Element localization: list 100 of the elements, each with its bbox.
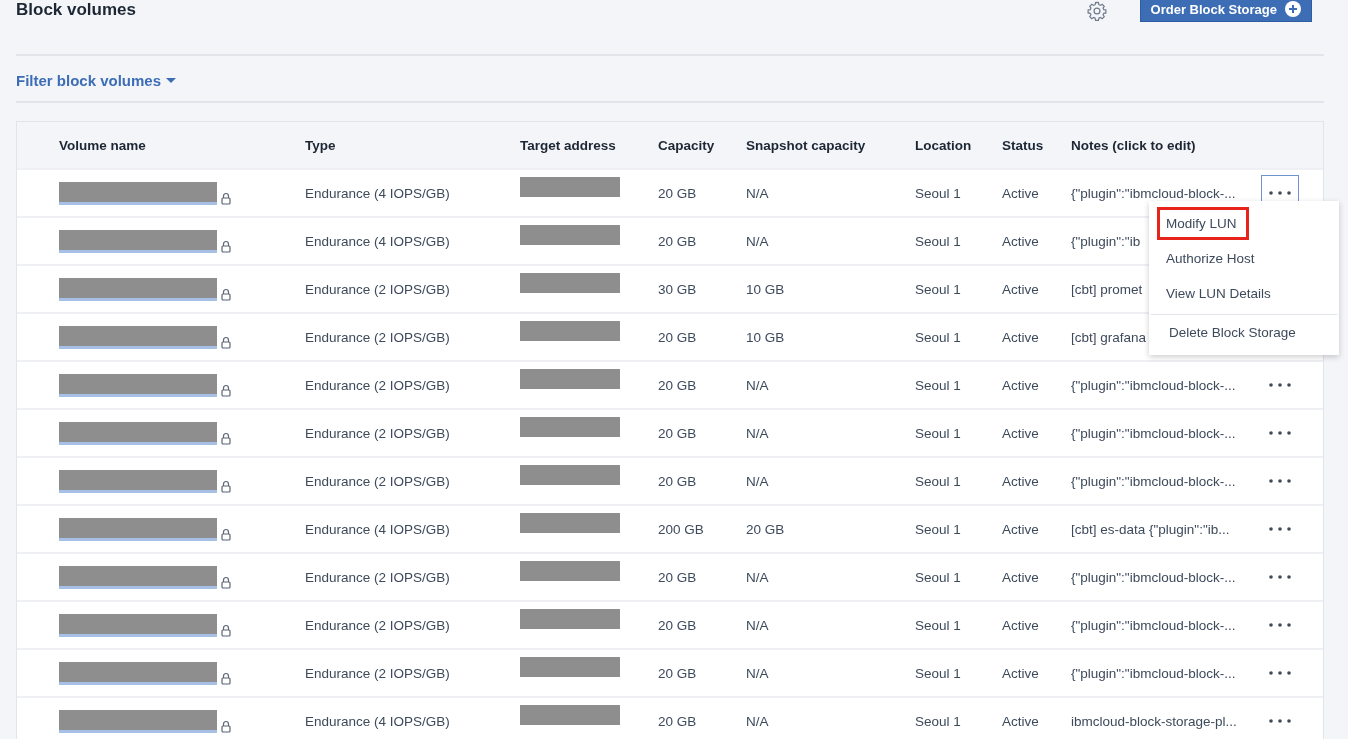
table-cell[interactable]: [cbt] es-data {"plugin":"ib... — [1071, 521, 1261, 537]
table-cell[interactable]: {"plugin":"ibmcloud-block-... — [1071, 425, 1261, 441]
table-cell-text: Endurance (2 IOPS/GB) — [305, 425, 451, 441]
table-cell-text: Active — [1002, 281, 1040, 297]
lock-icon — [221, 623, 231, 637]
table-cell-text: N/A — [746, 185, 770, 201]
page-title: Block volumes — [16, 0, 136, 20]
table-cell-text: 20 GB — [658, 185, 698, 201]
column-header[interactable]: Capacity — [658, 137, 746, 153]
table-cell-text: Endurance (2 IOPS/GB) — [305, 665, 451, 681]
lock-icon — [221, 575, 231, 589]
table-cell-text: Active — [1002, 617, 1040, 633]
order-block-storage-button[interactable]: Order Block Storage — [1139, 0, 1312, 22]
table-cell-text: Active — [1002, 329, 1040, 345]
column-header[interactable]: Location — [915, 137, 1002, 153]
column-header[interactable]: Notes (click to edit) — [1071, 137, 1261, 153]
table-cell-text: 200 GB — [658, 521, 705, 537]
lock-icon — [221, 479, 231, 493]
column-header[interactable]: Status — [1002, 137, 1071, 153]
lock-icon — [221, 671, 231, 685]
table-cell-text: Active — [1002, 233, 1040, 249]
table-cell[interactable]: {"plugin":"ibmcloud-block-... — [1071, 569, 1261, 585]
overflow-icon — [1269, 719, 1291, 723]
table-cell-text: Seoul 1 — [915, 233, 962, 249]
overflow-icon — [1269, 623, 1291, 627]
table-cell-text: Endurance (4 IOPS/GB) — [305, 233, 451, 249]
table-cell-text: Endurance (2 IOPS/GB) — [305, 569, 451, 585]
table-cell-text: Endurance (4 IOPS/GB) — [305, 713, 451, 729]
overflow-icon — [1269, 431, 1291, 435]
table-cell[interactable]: {"plugin":"ibmcloud-block-... — [1071, 665, 1261, 681]
overflow-icon — [1269, 479, 1291, 483]
table-cell-text: Endurance (2 IOPS/GB) — [305, 473, 451, 489]
table-cell-text: Active — [1002, 569, 1040, 585]
table-cell-text: 20 GB — [658, 233, 698, 249]
table-cell[interactable]: {"plugin":"ibmcloud-block-... — [1071, 377, 1261, 393]
table-cell-text: 20 GB — [658, 377, 698, 393]
column-header[interactable]: Target address — [520, 137, 658, 153]
menu-item[interactable]: Modify LUN — [1157, 207, 1249, 240]
table-cell-text: N/A — [746, 233, 770, 249]
table-cell-text: N/A — [746, 617, 770, 633]
table-cell-text: Endurance (2 IOPS/GB) — [305, 617, 451, 633]
table-cell-text: 20 GB — [658, 329, 698, 345]
table-cell-text: Seoul 1 — [915, 185, 962, 201]
table-cell-text: Endurance (4 IOPS/GB) — [305, 185, 451, 201]
table-cell-text: Seoul 1 — [915, 329, 962, 345]
table-cell-text: Seoul 1 — [915, 521, 962, 537]
lock-icon — [221, 191, 231, 205]
table-cell-text: Active — [1002, 185, 1040, 201]
lock-icon — [221, 527, 231, 541]
table-cell-text: Endurance (2 IOPS/GB) — [305, 281, 451, 297]
table-cell-text: 10 GB — [746, 329, 786, 345]
filter-dropdown[interactable]: Filter block volumes — [16, 72, 177, 89]
table-cell-text: Active — [1002, 521, 1040, 537]
table-cell[interactable]: {"plugin":"ibmcloud-block-... — [1071, 473, 1261, 489]
table-cell-text: Active — [1002, 425, 1040, 441]
column-header[interactable]: Snapshot capacity — [746, 137, 915, 153]
table-cell-text: 20 GB — [658, 473, 698, 489]
table-cell-text: 20 GB — [658, 617, 698, 633]
table-cell-text: Endurance (4 IOPS/GB) — [305, 521, 451, 537]
lock-icon — [221, 719, 231, 733]
table-cell-text: 20 GB — [746, 521, 786, 537]
overflow-icon — [1269, 671, 1291, 675]
table-cell[interactable]: {"plugin":"ibmcloud-block-... — [1071, 617, 1261, 633]
table-cell-text: Active — [1002, 473, 1040, 489]
table-cell[interactable]: {"plugin":"ibmcloud-block-... — [1071, 185, 1261, 201]
table-cell-text: 30 GB — [658, 281, 698, 297]
menu-item[interactable]: Authorize Host — [1157, 242, 1331, 275]
table-cell-text: Seoul 1 — [915, 377, 962, 393]
menu-item[interactable]: Delete Block Storage — [1149, 314, 1339, 351]
overflow-icon — [1269, 527, 1291, 531]
table-cell[interactable]: ibmcloud-block-storage-pl... — [1071, 713, 1261, 729]
plus-icon — [1285, 1, 1301, 17]
lock-icon — [221, 383, 231, 397]
overflow-icon — [1269, 575, 1291, 579]
table-cell-text: Endurance (2 IOPS/GB) — [305, 377, 451, 393]
caret-icon — [166, 77, 177, 84]
table-cell-text: Active — [1002, 377, 1040, 393]
table-cell-text: Seoul 1 — [915, 425, 962, 441]
table-cell-text: Active — [1002, 713, 1040, 729]
table-cell-text: 10 GB — [746, 281, 786, 297]
column-header[interactable]: Volume name — [59, 137, 305, 153]
table-cell-text: Seoul 1 — [915, 665, 962, 681]
table-cell-text: Seoul 1 — [915, 617, 962, 633]
lock-icon — [221, 239, 231, 253]
table-cell-text: Active — [1002, 665, 1040, 681]
table-cell-text: N/A — [746, 569, 770, 585]
table-cell-text: Seoul 1 — [915, 713, 962, 729]
table-cell-text: N/A — [746, 713, 770, 729]
table-cell-text: N/A — [746, 665, 770, 681]
column-header[interactable]: Type — [305, 137, 520, 153]
table-cell-text: 20 GB — [658, 569, 698, 585]
settings-icon[interactable] — [1085, 0, 1108, 22]
table-cell-text: N/A — [746, 473, 770, 489]
lock-icon — [221, 287, 231, 301]
table-cell-text: Seoul 1 — [915, 473, 962, 489]
menu-item[interactable]: View LUN Details — [1157, 277, 1331, 310]
lock-icon — [221, 431, 231, 445]
lock-icon — [221, 335, 231, 349]
table-cell-text: N/A — [746, 425, 770, 441]
table-cell-text: Seoul 1 — [915, 281, 962, 297]
